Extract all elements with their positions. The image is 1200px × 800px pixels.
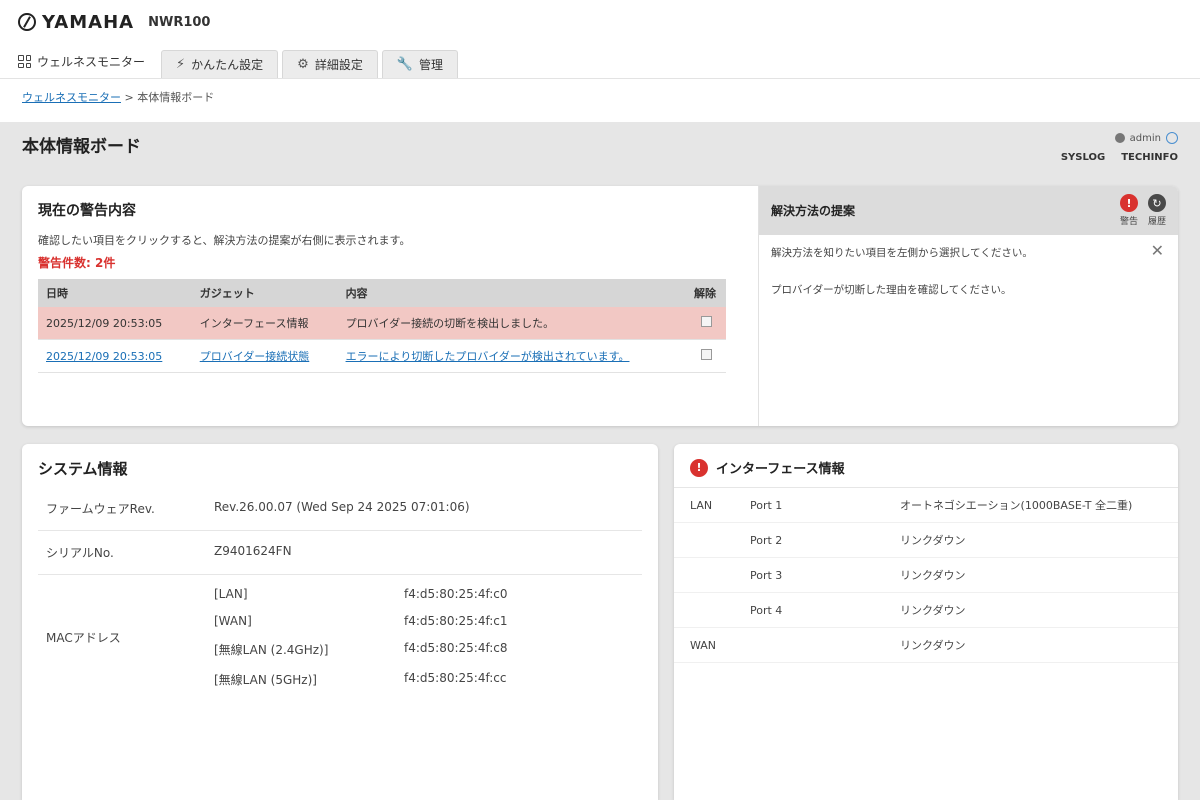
- alert-row[interactable]: 2025/12/09 20:53:05 インターフェース情報 プロバイダー接続の…: [38, 307, 726, 340]
- alert-datetime-link[interactable]: 2025/12/09 20:53:05: [38, 339, 192, 373]
- tab-easy-setup[interactable]: ⚡ かんたん設定: [161, 50, 279, 78]
- serial-value: Z9401624FN: [214, 544, 292, 558]
- alert-row[interactable]: 2025/12/09 20:53:05 プロバイダー接続状態 エラーにより切断し…: [38, 339, 726, 373]
- interface-info-card[interactable]: ! インターフェース情報 LAN Port 1 オートネゴシエーション(1000…: [674, 444, 1178, 800]
- history-icon: ↻: [1147, 194, 1166, 212]
- nav-home-label: ウェルネスモニター: [37, 55, 146, 69]
- tab-advanced-setup[interactable]: ⚙ 詳細設定: [282, 50, 378, 78]
- firmware-value: Rev.26.00.07 (Wed Sep 24 2025 07:01:06): [214, 500, 470, 514]
- dismiss-checkbox[interactable]: [700, 316, 712, 327]
- interface-row: Port 4 リンクダウン: [674, 593, 1178, 628]
- history-label: 履歴: [1147, 217, 1166, 227]
- interface-port: Port 1: [750, 498, 783, 512]
- interface-status: リンクダウン: [900, 604, 966, 617]
- interface-port: Port 3: [750, 568, 783, 582]
- top-header: YAMAHA NWR100: [0, 0, 1200, 44]
- tab-management-label: 管理: [419, 58, 444, 72]
- close-icon[interactable]: ✕: [1151, 241, 1164, 260]
- yamaha-emblem-icon: [18, 13, 36, 31]
- mac-addr: f4:d5:80:25:4f:cc: [404, 671, 507, 685]
- mac-iface: [WAN]: [214, 614, 252, 628]
- interface-group: LAN: [690, 498, 713, 512]
- dashboard-grid-icon: [18, 55, 31, 68]
- interface-port: Port 4: [750, 603, 783, 617]
- system-info-title: システム情報: [38, 460, 128, 478]
- help-icon[interactable]: [1166, 132, 1178, 144]
- mac-addr: f4:d5:80:25:4f:c8: [404, 641, 508, 655]
- alert-icon: !: [690, 458, 708, 477]
- warning-label: 警告: [1119, 217, 1138, 227]
- breadcrumb-separator: >: [121, 91, 138, 104]
- product-name: NWR100: [148, 14, 211, 30]
- breadcrumb-current: 本体情報ボード: [137, 91, 215, 104]
- mac-iface: [無線LAN (2.4GHz)]: [214, 643, 329, 657]
- breadcrumb: ウェルネスモニター > 本体情報ボード: [0, 78, 1200, 115]
- alert-description: 確認したい項目をクリックすると、解決方法の提案が右側に表示されます。: [38, 234, 411, 247]
- main-nav: ウェルネスモニター ⚡ かんたん設定 ⚙ 詳細設定 🔧 管理: [0, 44, 1200, 78]
- wand-icon: ⚡: [176, 57, 186, 72]
- alert-count: 警告件数: 2件: [38, 256, 116, 270]
- interface-group: WAN: [690, 638, 717, 652]
- col-datetime: 日時: [38, 279, 192, 307]
- interface-info-title: インターフェース情報: [716, 462, 845, 477]
- gear-icon: ⚙: [297, 57, 309, 72]
- tab-easy-setup-label: かんたん設定: [191, 58, 264, 72]
- alert-content-link[interactable]: エラーにより切断したプロバイダーが検出されています。: [337, 339, 686, 373]
- interface-status: リンクダウン: [900, 534, 966, 547]
- mac-label: MACアドレス: [46, 631, 121, 645]
- user-menu[interactable]: admin: [1114, 132, 1178, 144]
- alert-gadget-link[interactable]: プロバイダー接続状態: [191, 339, 338, 373]
- col-dismiss: 解除: [686, 279, 726, 307]
- solution-suggestion: プロバイダーが切断した理由を確認してください。: [771, 284, 1012, 296]
- yamaha-logo[interactable]: YAMAHA: [18, 12, 134, 33]
- mac-iface: [無線LAN (5GHz)]: [214, 673, 317, 687]
- warning-filter-button[interactable]: ! 警告: [1119, 194, 1138, 227]
- tab-management[interactable]: 🔧 管理: [381, 50, 459, 78]
- user-icon: [1114, 133, 1125, 143]
- alert-gadget: インターフェース情報: [191, 307, 338, 340]
- interface-row: Port 2 リンクダウン: [674, 523, 1178, 558]
- mac-addr: f4:d5:80:25:4f:c1: [404, 614, 508, 628]
- mac-iface: [LAN]: [214, 587, 248, 601]
- main-content: 本体情報ボード admin SYSLOG TECHINFO 現在の警告内容 確認…: [0, 122, 1200, 800]
- interface-status: オートネゴシエーション(1000BASE-T 全二重): [900, 499, 1133, 512]
- interface-row: Port 3 リンクダウン: [674, 558, 1178, 593]
- tab-advanced-setup-label: 詳細設定: [314, 58, 363, 72]
- serial-label: シリアルNo.: [46, 546, 114, 560]
- history-button[interactable]: ↻ 履歴: [1147, 194, 1166, 227]
- interface-status: リンクダウン: [900, 639, 966, 652]
- wrench-icon: 🔧: [396, 57, 414, 72]
- solution-panel: 解決方法の提案 ! 警告 ↻ 履歴 ✕ 解決方法を知りたい項目を左側から選択して…: [758, 186, 1178, 426]
- nav-home-wellness[interactable]: ウェルネスモニター: [18, 53, 157, 78]
- alert-datetime: 2025/12/09 20:53:05: [38, 307, 192, 340]
- firmware-label: ファームウェアRev.: [46, 502, 155, 516]
- interface-port: Port 2: [750, 533, 783, 547]
- techinfo-link[interactable]: TECHINFO: [1121, 152, 1178, 163]
- alert-card: 現在の警告内容 確認したい項目をクリックすると、解決方法の提案が右側に表示されま…: [22, 186, 1178, 426]
- mac-addr: f4:d5:80:25:4f:c0: [404, 587, 508, 601]
- interface-row: LAN Port 1 オートネゴシエーション(1000BASE-T 全二重): [674, 488, 1178, 523]
- syslog-link[interactable]: SYSLOG: [1061, 152, 1105, 163]
- interface-row: WAN リンクダウン: [674, 628, 1178, 663]
- solution-instruction: 解決方法を知りたい項目を左側から選択してください。: [771, 247, 1033, 259]
- col-gadget: ガジェット: [191, 279, 338, 307]
- page-title: 本体情報ボード: [22, 137, 141, 157]
- alert-table: 日時 ガジェット 内容 解除 2025/12/09 20:53:05 インターフ…: [38, 279, 726, 373]
- col-content: 内容: [337, 279, 686, 307]
- user-name: admin: [1129, 132, 1161, 144]
- solution-title: 解決方法の提案: [771, 204, 856, 218]
- alert-card-title: 現在の警告内容: [38, 203, 136, 219]
- logo-text: YAMAHA: [42, 11, 135, 33]
- breadcrumb-parent-link[interactable]: ウェルネスモニター: [22, 91, 121, 104]
- dismiss-checkbox[interactable]: [700, 349, 712, 360]
- system-info-card: システム情報 ファームウェアRev. Rev.26.00.07 (Wed Sep…: [22, 444, 658, 800]
- interface-status: リンクダウン: [900, 569, 966, 582]
- alert-content: プロバイダー接続の切断を検出しました。: [337, 307, 686, 340]
- warning-icon: !: [1119, 194, 1138, 212]
